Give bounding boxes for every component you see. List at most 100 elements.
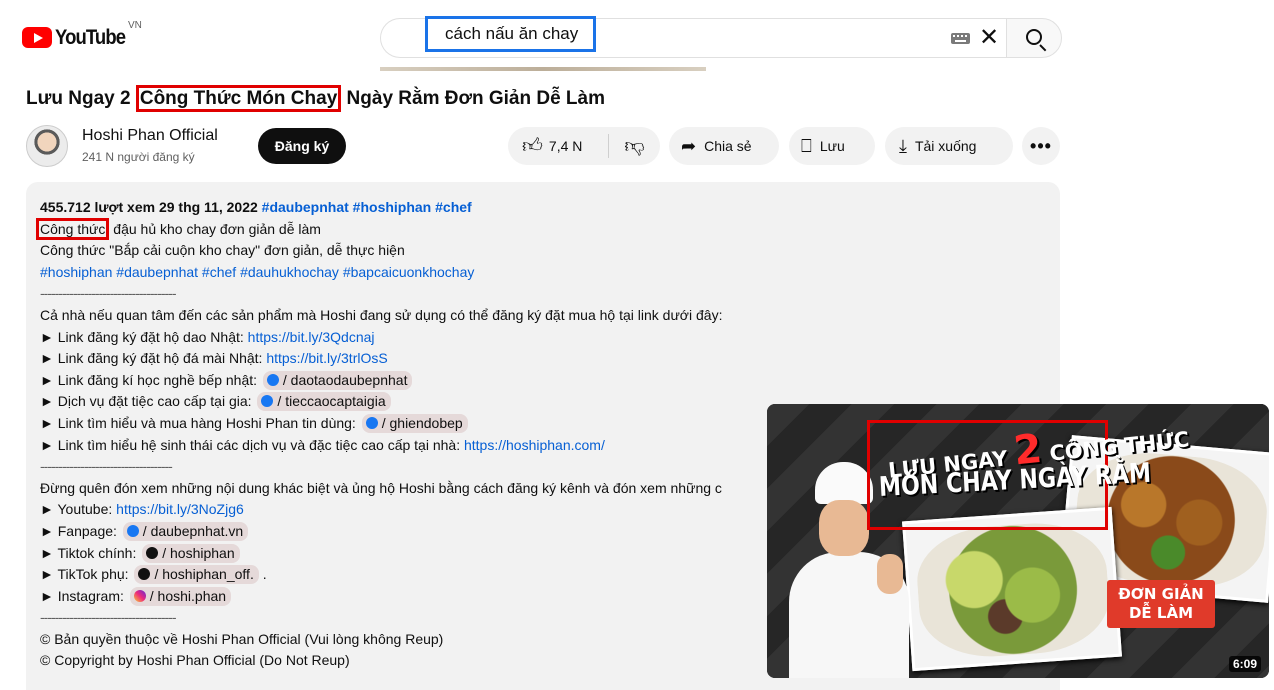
description-text: 455.712 lượt xem 29 thg 11, 2022 #daubep… xyxy=(36,197,723,672)
tiktok-chip[interactable]: / hoshiphan xyxy=(142,543,240,563)
link-item: ► Link tìm hiểu và mua hàng Hoshi Phan t… xyxy=(40,413,722,435)
desc-hashtags[interactable]: #hoshiphan #daubepnhat #chef #dauhukhoch… xyxy=(40,262,722,284)
link-label: ► Link đăng ký đặt hộ đá mài Nhật: xyxy=(40,350,267,367)
channel-name[interactable]: Hoshi Phan Official xyxy=(82,127,218,145)
title-prefix: Lưu Ngay 2 xyxy=(26,88,136,109)
share-button[interactable]: ➦ Chia sẻ xyxy=(669,127,779,165)
tiktok-icon xyxy=(138,568,151,581)
facebook-chip[interactable]: / daotaodaubepnhat xyxy=(262,370,413,390)
download-button[interactable]: ⤓ Tải xuống xyxy=(885,127,1013,165)
chef-hat xyxy=(815,462,873,504)
channel-avatar[interactable] xyxy=(26,125,68,167)
thumbs-up-hand xyxy=(877,554,903,594)
tiktok-chip[interactable]: / hoshiphan_off. xyxy=(134,565,259,585)
like-button[interactable]: 👍︎ 7,4 N xyxy=(508,127,608,165)
search-button[interactable] xyxy=(1006,18,1062,58)
desc-intro: Cả nhà nếu quan tâm đến các sản phẩm mà … xyxy=(40,306,723,323)
link-url[interactable]: https://bit.ly/3Qdcnaj xyxy=(248,329,375,345)
chip-label: / ghiendobep xyxy=(381,414,463,431)
thumbnail-strip xyxy=(380,67,706,71)
chip-label: / hoshiphan xyxy=(162,544,235,561)
logo-text: YouTube xyxy=(55,26,126,49)
facebook-icon xyxy=(365,416,378,429)
like-dislike-group: 👍︎ 7,4 N 👎︎ xyxy=(508,127,660,165)
badge-line-2: DỄ LÀM xyxy=(1128,604,1193,622)
thumbnail-badge: ĐƠN GIẢN DỄ LÀM xyxy=(1107,580,1215,628)
like-count: 7,4 N xyxy=(548,138,583,154)
more-actions-button[interactable]: ••• xyxy=(1022,127,1060,165)
facebook-icon xyxy=(261,395,274,408)
link-item: ► Link đăng ký đặt hộ đá mài Nhật: https… xyxy=(40,348,722,370)
link-label: ► Dịch vụ đặt tiệc cao cấp tại gia: xyxy=(40,393,256,410)
youtube-logo[interactable]: YouTube VN xyxy=(22,20,142,51)
social-label: ► TikTok phụ: xyxy=(40,566,133,583)
tiktok-icon xyxy=(146,546,159,559)
subscriber-count: 241 N người đăng ký xyxy=(82,150,195,164)
keyboard-icon[interactable] xyxy=(951,33,970,44)
chip-label: / daubepnhat.vn xyxy=(142,522,244,539)
separator: ------------------------------------- xyxy=(40,285,177,302)
separator: ------------------------------------- xyxy=(40,609,177,626)
social-label: ► Fanpage: xyxy=(40,522,121,539)
copyright-vi: © Bản quyền thuộc về Hoshi Phan Official… xyxy=(40,630,444,647)
link-item: ► Link tìm hiểu hệ sinh thái các dịch vụ… xyxy=(40,435,722,457)
youtube-link[interactable]: https://bit.ly/3NoZjg6 xyxy=(116,501,244,517)
separator: ------------------------------------ xyxy=(40,458,173,475)
social-item: ► Tiktok chính: / hoshiphan xyxy=(40,543,722,565)
facebook-chip[interactable]: / tieccaocaptaigia xyxy=(257,392,391,412)
thumbs-up-icon: 👍︎ xyxy=(522,135,543,157)
video-title: Lưu Ngay 2 Công Thức Món Chay Ngày Rằm Đ… xyxy=(26,85,606,112)
download-label: Tải xuống xyxy=(914,138,977,154)
search-bar[interactable]: cách nấu ăn chay ✕ xyxy=(380,16,1006,58)
facebook-chip[interactable]: / ghiendobep xyxy=(361,413,468,433)
desc-line-1-text: đậu hủ kho chay đơn giản dễ làm xyxy=(109,220,321,237)
video-duration: 6:09 xyxy=(1228,656,1261,672)
chef-face xyxy=(819,500,869,556)
social-item: ► TikTok phụ: / hoshiphan_off. . xyxy=(40,564,722,586)
chip-label: / daotaodaubepnhat xyxy=(282,371,408,388)
search-icon xyxy=(1026,29,1042,45)
instagram-chip[interactable]: / hoshi.phan xyxy=(129,586,232,606)
clear-icon[interactable]: ✕ xyxy=(979,25,999,51)
download-icon: ⤓ xyxy=(899,135,907,156)
facebook-chip[interactable]: / daubepnhat.vn xyxy=(122,521,249,541)
instagram-icon xyxy=(133,589,146,602)
bookmark-icon: ⎕ xyxy=(801,135,812,156)
link-label: ► Link tìm hiểu hệ sinh thái các dịch vụ… xyxy=(40,436,464,453)
share-icon: ➦ xyxy=(681,135,697,156)
youtube-play-icon xyxy=(22,27,52,48)
social-label: ► Tiktok chính: xyxy=(40,544,141,561)
trailing-dot: . xyxy=(258,566,267,583)
social-item: ► Youtube: https://bit.ly/3NoZjg6 xyxy=(40,499,722,521)
social-label: ► Instagram: xyxy=(40,587,128,604)
link-item: ► Link đăng ký đặt hộ dao Nhật: https://… xyxy=(40,327,722,349)
title-highlight: Công Thức Món Chay xyxy=(135,85,342,112)
title-suffix: Ngày Rằm Đơn Giản Dễ Làm xyxy=(341,88,606,109)
save-button[interactable]: ⎕ Lưu xyxy=(789,127,875,165)
link-url[interactable]: https://hoshiphan.com/ xyxy=(464,437,605,453)
save-label: Lưu xyxy=(819,138,845,154)
chip-label: / hoshiphan_off. xyxy=(154,566,254,583)
share-label: Chia sẻ xyxy=(704,138,752,154)
link-label: ► Link đăng ký đặt hộ dao Nhật: xyxy=(40,328,248,345)
link-url[interactable]: https://bit.ly/3trlOsS xyxy=(266,350,387,366)
facebook-icon xyxy=(126,524,139,537)
desc-meta: 455.712 lượt xem 29 thg 11, 2022 #daubep… xyxy=(40,197,722,219)
social-item: ► Instagram: / hoshi.phan xyxy=(40,586,722,608)
link-item: ► Link đăng kí học nghề bếp nhật: / daot… xyxy=(40,370,722,392)
chip-label: / hoshi.phan xyxy=(149,587,227,604)
chip-label: / tieccaocaptaigia xyxy=(277,393,386,410)
facebook-icon xyxy=(266,373,279,386)
views-date: 455.712 lượt xem 29 thg 11, 2022 xyxy=(40,199,262,215)
social-item: ► Fanpage: / daubepnhat.vn xyxy=(40,521,722,543)
link-item: ► Dịch vụ đặt tiệc cao cấp tại gia: / ti… xyxy=(40,391,722,413)
country-code: VN xyxy=(128,20,142,31)
social-label: ► Youtube: xyxy=(40,501,117,518)
meta-hashtags[interactable]: #daubepnhat #hoshiphan #chef xyxy=(262,199,472,215)
food-photo-left xyxy=(902,506,1122,672)
search-input[interactable]: cách nấu ăn chay xyxy=(425,16,597,52)
subscribe-button[interactable]: Đăng ký xyxy=(258,128,346,164)
miniplayer[interactable]: LƯU NGAY 2 CÔNG THỨC MÓN CHAY NGÀY RẰM Đ… xyxy=(767,404,1269,678)
dislike-button[interactable]: 👎︎ xyxy=(609,127,660,165)
badge-line-1: ĐƠN GIẢN xyxy=(1118,585,1204,603)
